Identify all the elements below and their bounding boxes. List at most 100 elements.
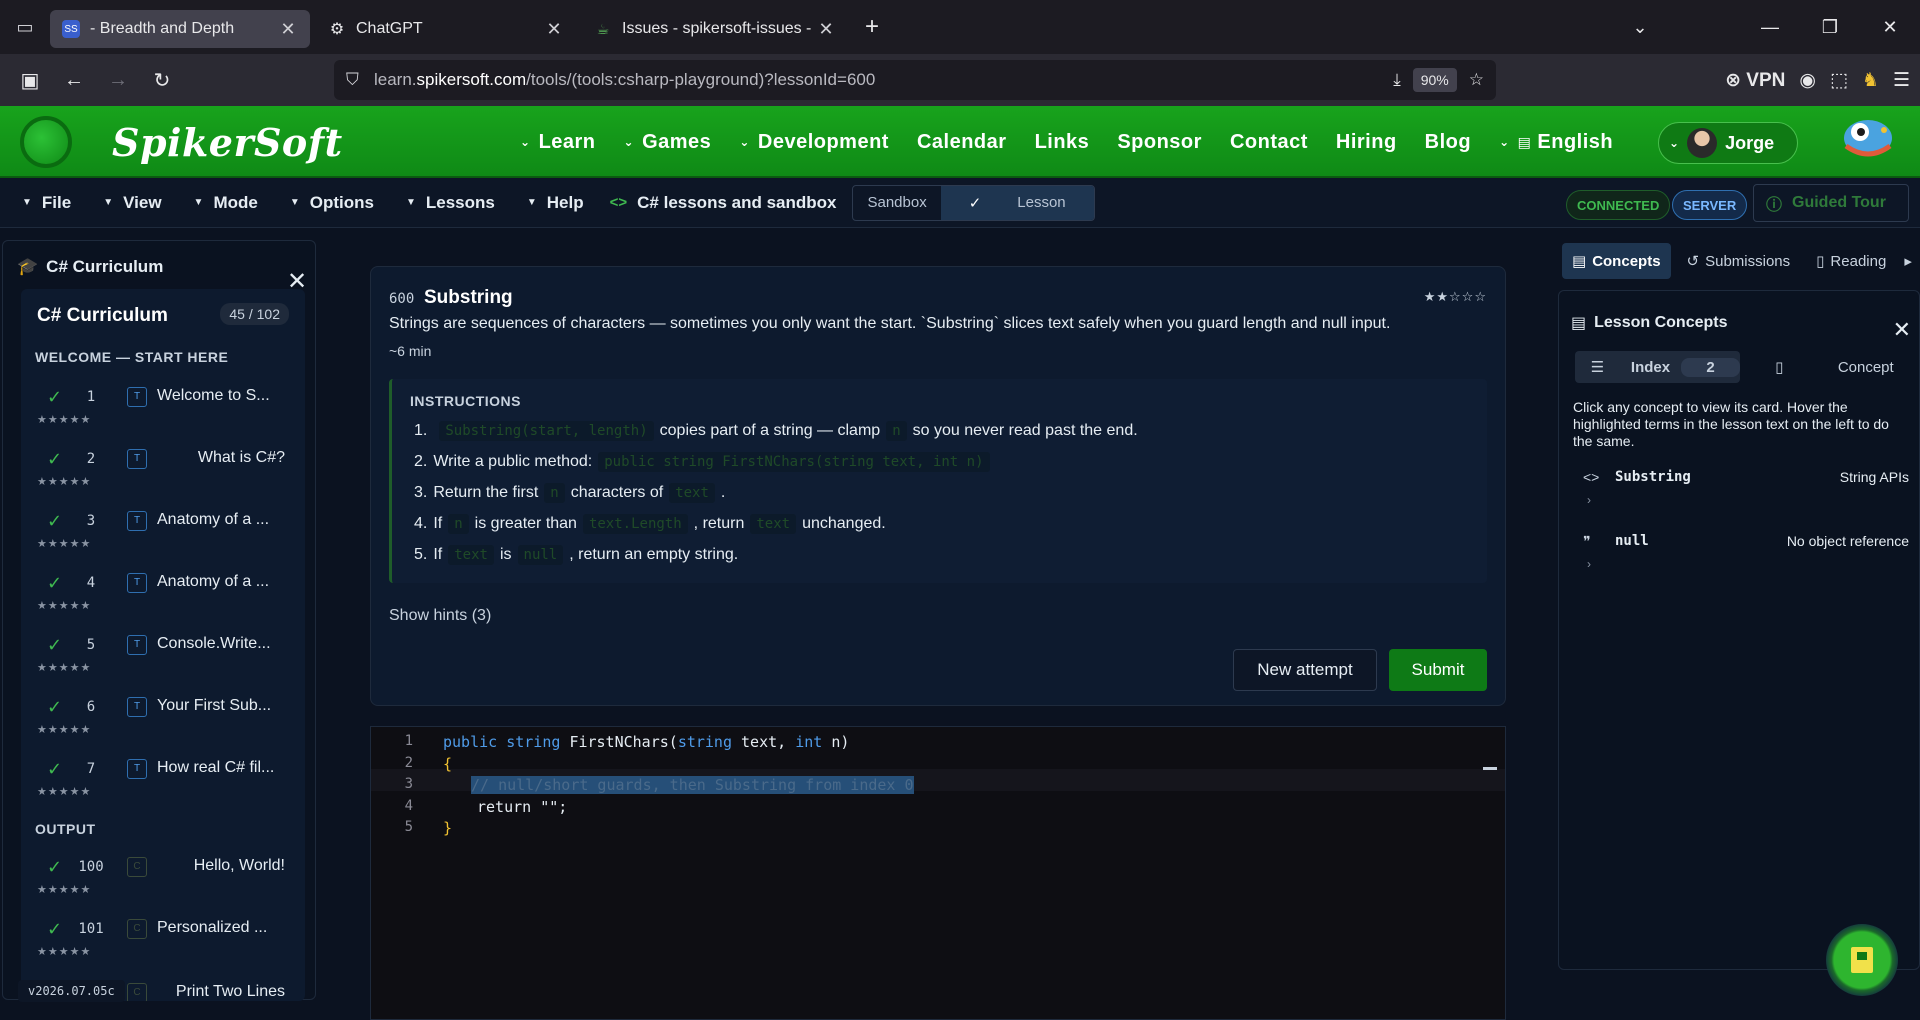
toolbar-mode[interactable]: ▼ Mode xyxy=(194,193,258,213)
extensions-icon[interactable]: ⬚ xyxy=(1830,69,1848,92)
lesson-item[interactable]: ✓ 1 T Welcome to S... ★★★★★ xyxy=(21,383,305,445)
index-count-badge: 2 xyxy=(1681,357,1740,377)
close-tab-icon[interactable]: ✕ xyxy=(544,19,564,40)
browser-nav-bar: ▣ ← → ↻ ⛉ learn. spikersoft.com/tools/(to… xyxy=(0,54,1920,106)
site-security-icon[interactable]: ⛉ xyxy=(346,70,374,90)
lesson-item[interactable]: ✓ 5 T Console.Write... ★★★★★ xyxy=(21,631,305,693)
close-panel-icon[interactable]: ✕ xyxy=(1893,317,1911,343)
tab-list-icon[interactable]: ▭ xyxy=(0,0,50,54)
lesson-item[interactable]: ✓ 101 C Personalized ... ★★★★★ xyxy=(21,915,305,977)
menu-games[interactable]: ⌄ Games xyxy=(624,131,712,154)
menu-icon[interactable]: ☰ xyxy=(1893,69,1910,92)
menu-contact[interactable]: Contact xyxy=(1230,131,1308,154)
new-tab-icon[interactable]: + xyxy=(854,13,890,41)
chevron-right-icon[interactable]: › xyxy=(1587,493,1591,507)
toolbar-help[interactable]: ▼ Help xyxy=(527,193,584,213)
close-window-icon[interactable]: ✕ xyxy=(1860,17,1920,38)
chameleon-mascot-icon[interactable] xyxy=(1838,112,1896,170)
menu-calendar[interactable]: Calendar xyxy=(917,131,1007,154)
code-icon: <> xyxy=(609,194,628,211)
lesson-item[interactable]: ✓ 6 T Your First Sub... ★★★★★ xyxy=(21,693,305,755)
code-line: return ""; xyxy=(477,798,568,816)
open-book-icon: ▯ xyxy=(1816,253,1825,270)
lesson-item[interactable]: ✓ 4 T Anatomy of a ... ★★★★★ xyxy=(21,569,305,631)
account-icon[interactable]: ◉ xyxy=(1799,69,1816,92)
new-attempt-button[interactable]: New attempt xyxy=(1233,649,1377,691)
browser-tab[interactable]: ⚙ ChatGPT ✕ xyxy=(316,10,576,48)
instructions-heading: INSTRUCTIONS xyxy=(410,393,521,409)
brand-logo-text[interactable]: SpikerSoft xyxy=(112,120,343,165)
tab-title: - Breadth and Depth xyxy=(90,20,235,37)
mode-lesson-button[interactable]: ✓ Lesson xyxy=(940,185,1094,220)
show-hints-toggle[interactable]: Show hints (3) xyxy=(389,607,491,625)
menu-hiring[interactable]: Hiring xyxy=(1336,131,1397,154)
close-tab-icon[interactable]: ✕ xyxy=(278,19,298,40)
lesson-card: 600 Substring ★★☆☆☆ Strings are sequence… xyxy=(370,266,1506,706)
quote-icon: ❞ xyxy=(1583,533,1591,549)
extension-badge-icon[interactable]: ♞ xyxy=(1862,69,1879,92)
line-number: 2 xyxy=(404,755,413,771)
lesson-item[interactable]: ✓ 3 T Anatomy of a ... ★★★★★ xyxy=(21,507,305,569)
spikersoft-logo-icon[interactable] xyxy=(20,116,72,168)
star-rating: ★★★★★ xyxy=(37,884,92,896)
vpn-label: VPN xyxy=(1746,69,1786,91)
browser-tab-active[interactable]: SS - Breadth and Depth ✕ xyxy=(50,10,310,48)
tab-more-icon[interactable]: ▸ xyxy=(1902,243,1914,279)
menu-links[interactable]: Links xyxy=(1035,131,1090,154)
caret-down-icon: ▼ xyxy=(405,197,416,208)
bookmark-star-icon[interactable]: ☆ xyxy=(1469,70,1484,90)
notebook-fab-button[interactable] xyxy=(1826,924,1898,996)
download-icon[interactable]: ⤓ xyxy=(1393,70,1401,90)
toolbar-lessons[interactable]: ▼ Lessons xyxy=(406,193,495,213)
star-rating: ★★★★★ xyxy=(37,600,92,612)
caret-down-icon: ▼ xyxy=(193,197,204,208)
tab-submissions[interactable]: ↺ Submissions xyxy=(1677,243,1801,279)
line-number: 3 xyxy=(404,776,413,792)
close-tab-icon[interactable]: ✕ xyxy=(816,19,836,40)
toolbar-options[interactable]: ▼ Options xyxy=(290,193,374,213)
lesson-item[interactable]: ✓ 2 T What is C#? ★★★★★ xyxy=(21,445,305,507)
instruction-step-3: 3. Return the first n characters of text… xyxy=(414,483,726,503)
menu-sponsor[interactable]: Sponsor xyxy=(1117,131,1202,154)
lesson-type-icon: C xyxy=(127,983,147,1001)
lesson-item[interactable]: ✓ 7 T How real C# fil... ★★★★★ xyxy=(21,755,305,817)
menu-language[interactable]: ⌄ ▤ English xyxy=(1499,131,1613,154)
lesson-item[interactable]: ✓ 100 C Hello, World! ★★★★★ xyxy=(21,853,305,915)
mode-sandbox-button[interactable]: Sandbox xyxy=(853,186,940,220)
minimize-icon[interactable]: — xyxy=(1740,17,1800,38)
checkmark-icon: ✓ xyxy=(47,919,63,939)
index-view-button[interactable]: ☰ Index 2 xyxy=(1575,351,1740,383)
sidebar-toggle-icon[interactable]: ▣ xyxy=(8,68,52,93)
submit-button[interactable]: Submit xyxy=(1389,649,1487,691)
chevron-right-icon[interactable]: › xyxy=(1587,557,1591,571)
zoom-level[interactable]: 90% xyxy=(1412,68,1457,92)
forward-icon[interactable]: → xyxy=(96,69,140,92)
concepts-panel: ▤ Lesson Concepts ✕ ☰ Index 2 ▯ Concept Clic… xyxy=(1558,290,1920,970)
concept-view-button[interactable]: ▯ Concept xyxy=(1740,351,1905,383)
menu-blog[interactable]: Blog xyxy=(1425,131,1471,154)
guided-tour-button[interactable]: ⓘ Guided Tour xyxy=(1753,184,1909,222)
restore-icon[interactable]: ❐ xyxy=(1800,17,1860,38)
reload-icon[interactable]: ↻ xyxy=(140,68,184,93)
vpn-button[interactable]: ⊗ VPN xyxy=(1725,69,1785,92)
code-editor[interactable]: 1 2 3 4 5 public string FirstNChars(stri… xyxy=(370,726,1506,1020)
user-menu-button[interactable]: ⌄ Jorge xyxy=(1658,122,1798,164)
tab-overflow-icon[interactable]: ⌄ xyxy=(1610,17,1670,38)
menu-development[interactable]: ⌄ Development xyxy=(739,131,889,154)
tab-reading[interactable]: ▯ Reading xyxy=(1806,243,1896,279)
lesson-type-icon: C xyxy=(127,857,147,877)
code-line: public string FirstNChars(string text, i… xyxy=(443,733,850,751)
url-bar[interactable]: ⛉ learn. spikersoft.com/tools/(tools:csha… xyxy=(334,60,1496,100)
toolbar-file[interactable]: ▼ File xyxy=(22,193,71,213)
browser-tab[interactable]: ☕ Issues - spikersoft-issues - Gitea ✕ xyxy=(582,10,848,48)
concept-item-substring[interactable]: <> Substring String APIs › xyxy=(1573,469,1913,509)
menu-learn[interactable]: ⌄ Learn xyxy=(520,131,596,154)
toolbar-view[interactable]: ▼ View xyxy=(103,193,161,213)
instructions-panel: INSTRUCTIONS 1. Substring(start, length)… xyxy=(389,379,1487,583)
checkmark-icon: ✓ xyxy=(47,635,63,655)
notebook-icon xyxy=(1851,947,1873,973)
gitea-favicon-icon: ☕ xyxy=(596,20,610,37)
tab-concepts[interactable]: ▤ Concepts xyxy=(1562,243,1671,279)
back-icon[interactable]: ← xyxy=(52,69,96,92)
concept-item-null[interactable]: ❞ null No object reference › xyxy=(1573,533,1913,573)
